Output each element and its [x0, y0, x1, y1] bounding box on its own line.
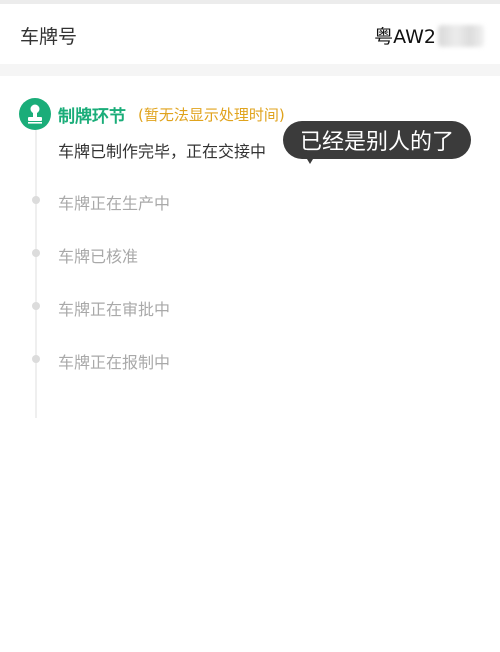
timeline-step-label: 车牌正在报制中 [58, 353, 171, 372]
timeline-step: 车牌正在报制中 [0, 349, 500, 372]
timeline-step-label: 车牌正在审批中 [58, 300, 171, 319]
timeline-line [35, 128, 37, 418]
plate-progress-timeline: 制牌环节 (暂无法显示处理时间) 车牌已制作完毕，正在交接中 已经是别人的了 车… [0, 76, 500, 652]
timeline-step: 车牌正在审批中 [0, 296, 500, 319]
timeline-step: 车牌已核准 [0, 243, 500, 266]
current-step-title: 制牌环节 [58, 107, 126, 127]
section-separator [0, 64, 500, 76]
current-step-description: 车牌已制作完毕，正在交接中 [58, 142, 267, 161]
plate-number-blur-mask [438, 24, 484, 47]
caption-bubble-tail [304, 154, 316, 164]
timeline-dot [32, 302, 40, 310]
plate-number-row[interactable]: 车牌号 粤AW2 [0, 4, 500, 64]
plate-number-value: 粤AW2 [374, 22, 484, 49]
timeline-step: 车牌正在生产中 [0, 190, 500, 213]
plate-number-label: 车牌号 [20, 26, 78, 48]
timeline-step-label: 车牌正在生产中 [58, 194, 171, 213]
timeline-step-label: 车牌已核准 [58, 247, 139, 266]
timeline-dot [32, 249, 40, 257]
timeline-dot [32, 196, 40, 204]
timeline-dot [32, 355, 40, 363]
stamp-icon [19, 98, 51, 130]
plate-number-text: 粤AW2 [374, 26, 436, 48]
current-step-note: (暂无法显示处理时间) [138, 106, 285, 124]
